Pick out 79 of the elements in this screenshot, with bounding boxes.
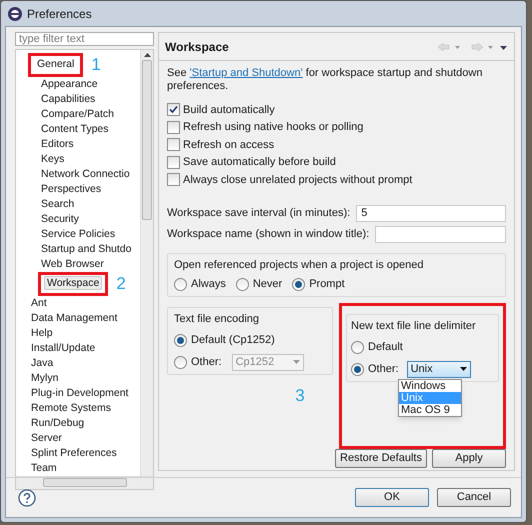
intro-text: See 'Startup and Shutdown' for workspace startup and shutdown preferences.	[167, 67, 484, 93]
scroll-up-icon[interactable]	[144, 53, 150, 57]
window-title: Preferences	[27, 6, 92, 22]
tree-item[interactable]: Plug-in Development	[28, 386, 132, 400]
checkbox-label: Build automatically	[183, 102, 275, 118]
radio-label: Default	[368, 340, 403, 355]
group-title: Text file encoding	[174, 312, 260, 326]
dialog-button[interactable]: OK	[355, 488, 429, 507]
checkbox[interactable]	[167, 173, 180, 186]
annotation-number: 3	[295, 386, 305, 404]
tree-item[interactable]: Service Policies	[38, 226, 118, 242]
page-title: Workspace	[165, 38, 229, 56]
tree-item[interactable]: Java	[28, 356, 56, 370]
text-field[interactable]: 5	[356, 204, 506, 222]
tree-item[interactable]: Server	[28, 430, 65, 446]
radio-button[interactable]	[174, 356, 187, 368]
group-title: New text file line delimiter	[351, 318, 477, 334]
tree-item[interactable]: Network Connectio	[38, 166, 133, 182]
radio-button[interactable]	[351, 340, 364, 354]
tree-item[interactable]: Startup and Shutdo	[38, 242, 134, 257]
tree-item[interactable]: Help	[28, 326, 56, 340]
text-field[interactable]	[375, 226, 506, 242]
tree-item[interactable]: Keys	[38, 152, 68, 167]
tree-item[interactable]: Compare/Patch	[38, 106, 117, 122]
tree-item[interactable]: Run/Debug	[28, 416, 88, 430]
field-label: Workspace name (shown in window title):	[167, 226, 370, 242]
radio-label: Never	[252, 277, 282, 292]
checkbox[interactable]	[167, 156, 180, 169]
radio-button[interactable]	[174, 278, 187, 291]
dialog-button[interactable]: Cancel	[437, 488, 511, 507]
tree-item[interactable]: Perspectives	[38, 182, 104, 197]
tree-item[interactable]: Install/Update	[28, 340, 98, 356]
dialog-button[interactable]: Restore Defaults	[335, 448, 427, 468]
tree-item[interactable]: Capabilities	[38, 92, 98, 107]
tree-item[interactable]: Data Management	[28, 310, 120, 326]
caret-icon	[460, 367, 467, 371]
tree-item[interactable]: Ant	[28, 296, 50, 310]
radio-button[interactable]	[351, 362, 364, 376]
tree-item[interactable]: Appearance	[38, 76, 101, 92]
checkbox-label: Refresh using native hooks or polling	[183, 120, 364, 135]
tree-item[interactable]: Content Types	[38, 122, 112, 137]
tree-item[interactable]: Splint Preferences	[28, 446, 120, 460]
checkbox[interactable]	[167, 103, 180, 116]
radio-label: Other:	[191, 354, 222, 370]
tree-item[interactable]: Web Browser	[38, 256, 107, 272]
field-label: Workspace save interval (in minutes):	[167, 206, 350, 221]
radio-label: Default (Cp1252)	[191, 333, 275, 348]
help-icon[interactable]	[18, 488, 36, 506]
radio-button[interactable]	[292, 278, 306, 291]
tree-item[interactable]: Workspace	[44, 276, 102, 290]
radio-label: Other:	[368, 362, 399, 377]
navigation-arrows-icon[interactable]	[438, 42, 508, 52]
dialog-button[interactable]: Apply	[432, 448, 506, 468]
eclipse-icon	[7, 6, 23, 22]
checkbox[interactable]	[167, 120, 180, 134]
delimiter-dropdown[interactable]: Unix	[406, 360, 471, 378]
checkbox-label: Refresh on access	[183, 138, 274, 152]
tree-item[interactable]: Security	[38, 212, 82, 227]
annotation-number: 1	[91, 56, 101, 74]
radio-label: Always	[191, 277, 226, 292]
group-title: Open referenced projects when a project is opened	[174, 258, 424, 272]
tree-item[interactable]: General	[34, 57, 78, 71]
menu-item[interactable]: Mac OS 9	[399, 404, 461, 416]
radio-label: Prompt	[309, 277, 345, 292]
filter-field[interactable]: type filter text	[15, 32, 154, 46]
tree-item[interactable]: Team	[28, 460, 60, 476]
checkbox-label: Save automatically before build	[183, 155, 336, 170]
checkbox-label: Always close unrelated projects without prompt	[183, 172, 412, 188]
checkbox[interactable]	[167, 138, 180, 152]
caret-icon	[292, 360, 300, 364]
radio-button[interactable]	[236, 278, 249, 291]
tree-item[interactable]: Mylyn	[28, 370, 62, 386]
startup-link[interactable]: 'Startup and Shutdown'	[190, 67, 303, 79]
annotation-number: 2	[116, 274, 126, 293]
tree-item[interactable]: Editors	[38, 136, 77, 152]
tree-item[interactable]: Remote Systems	[28, 400, 114, 416]
menu-item[interactable]: Windows	[399, 380, 461, 392]
tree-item[interactable]: Search	[38, 196, 78, 212]
radio-button[interactable]	[174, 334, 187, 347]
